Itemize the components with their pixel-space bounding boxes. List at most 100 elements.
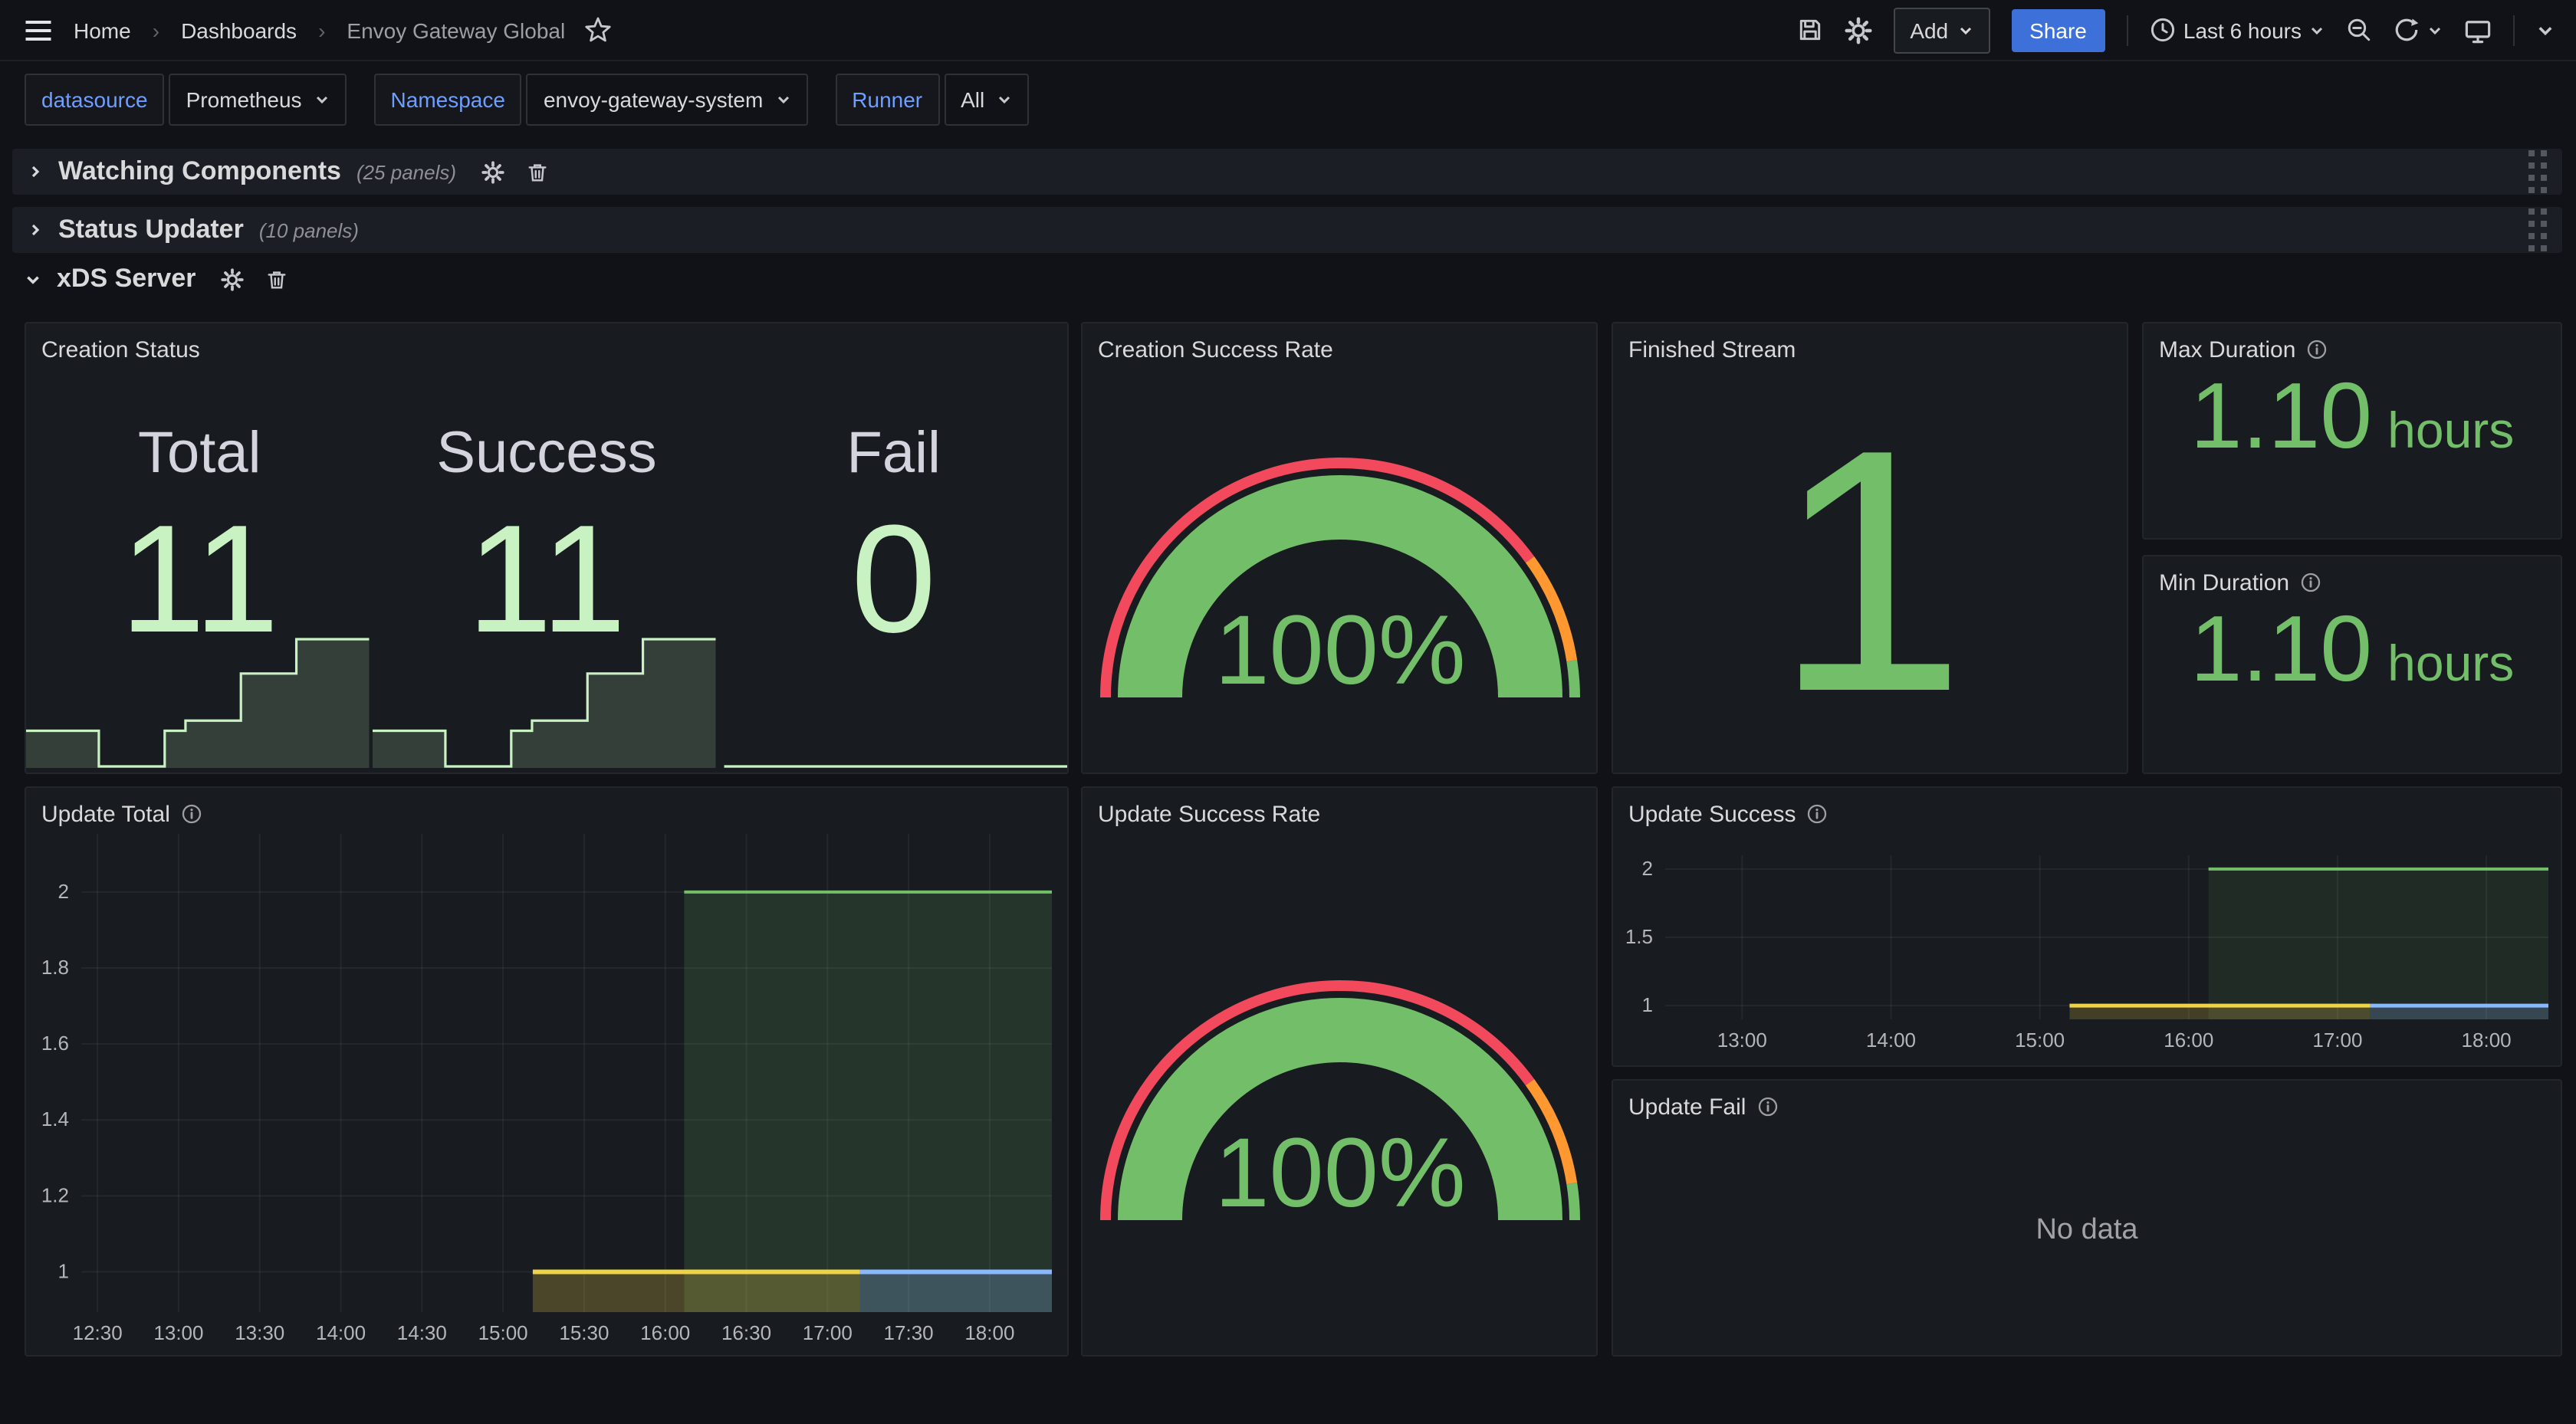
add-button[interactable]: Add [1893,7,1990,53]
svg-text:13:30: 13:30 [235,1321,284,1344]
svg-text:13:00: 13:00 [1717,1029,1767,1052]
info-icon[interactable] [2306,339,2328,360]
row-status-updater[interactable]: Status Updater (10 panels) [12,207,2562,253]
stat-value: 11 [120,503,280,656]
breadcrumb-dashboards[interactable]: Dashboards [181,18,297,42]
info-icon[interactable] [1756,1096,1778,1117]
kiosk-mode-icon[interactable] [2464,16,2492,44]
variable-namespace-select[interactable]: envoy-gateway-system [527,74,807,126]
panel-title[interactable]: Min Duration [2159,569,2289,596]
svg-text:1.2: 1.2 [41,1183,69,1206]
zoom-out-icon[interactable] [2346,17,2372,43]
row-delete-trash-icon[interactable] [264,267,288,290]
svg-text:17:00: 17:00 [2312,1029,2362,1052]
panel-title[interactable]: Max Duration [2159,336,2295,363]
svg-text:14:30: 14:30 [397,1321,447,1344]
variable-runner-value: All [961,87,984,112]
stat-value: 11 [467,503,626,656]
variable-datasource-select[interactable]: Prometheus [169,74,347,126]
svg-text:100%: 100% [1214,1118,1464,1228]
chevron-down-icon [775,92,790,107]
panel-title[interactable]: Update Total [41,801,170,827]
top-nav: Home › Dashboards › Envoy Gateway Global… [0,0,2576,61]
svg-text:16:00: 16:00 [2164,1029,2213,1052]
breadcrumb-home[interactable]: Home [74,18,131,42]
chevron-down-icon [997,92,1012,107]
share-button[interactable]: Share [2011,8,2105,51]
svg-text:100%: 100% [1214,595,1464,704]
panel-min-duration: Min Duration 1.10 hours [2142,555,2562,774]
row-settings-gear-icon[interactable] [481,160,504,183]
svg-text:14:00: 14:00 [316,1321,366,1344]
min-duration-value: 1.10 [2190,602,2372,696]
svg-text:2: 2 [1642,857,1653,880]
svg-text:13:00: 13:00 [153,1321,203,1344]
info-icon[interactable] [1806,803,1828,825]
stat-label: Total [138,422,261,487]
svg-text:1.8: 1.8 [41,956,69,979]
row-settings-gear-icon[interactable] [220,267,243,290]
svg-text:16:00: 16:00 [640,1321,690,1344]
update-success-chart[interactable]: 13:0014:0015:0016:0017:0018:0011.52 [1613,834,2561,1065]
row-title: Status Updater [58,215,244,245]
update-total-chart[interactable]: 12:3013:0013:3014:0014:3015:0015:3016:00… [26,834,1067,1355]
variable-namespace: Namespace envoy-gateway-system [374,74,808,126]
panel-title[interactable]: Update Success [1628,801,1796,827]
panel-title[interactable]: Update Fail [1628,1094,1746,1120]
stat-label: Fail [846,422,940,487]
row-drag-handle[interactable] [2528,150,2547,193]
toolbar-collapse-chevron-icon[interactable] [2536,21,2555,39]
time-range-picker[interactable]: Last 6 hours [2150,17,2325,43]
variable-runner-select[interactable]: All [944,74,1029,126]
chevron-down-icon [2427,22,2443,38]
row-watching-components[interactable]: Watching Components (25 panels) [12,149,2562,195]
info-icon[interactable] [181,803,202,825]
panel-title[interactable]: Finished Stream [1628,336,1796,363]
variable-namespace-label: Namespace [374,74,522,126]
refresh-button[interactable] [2394,17,2443,43]
panel-max-duration: Max Duration 1.10 hours [2142,322,2562,540]
time-range-label: Last 6 hours [2183,18,2302,42]
svg-text:2: 2 [58,880,69,903]
svg-text:1: 1 [1642,993,1653,1016]
svg-text:15:00: 15:00 [2015,1029,2065,1052]
breadcrumb-dashboard-title: Envoy Gateway Global [347,18,565,42]
svg-text:18:00: 18:00 [964,1321,1014,1344]
info-icon[interactable] [2300,572,2321,593]
row-panel-count: (10 panels) [259,218,359,241]
dashboard-settings-gear-icon[interactable] [1844,16,1871,44]
variable-datasource-value: Prometheus [186,87,302,112]
add-button-label: Add [1910,18,1948,42]
svg-text:1.4: 1.4 [41,1107,69,1130]
chevron-down-icon [25,271,41,287]
row-xds-server[interactable]: xDS Server [25,264,288,294]
breadcrumb-separator: › [153,18,159,42]
variable-namespace-value: envoy-gateway-system [544,87,763,112]
panel-update-total: Update Total 12:3013:0013:3014:0014:3015… [25,786,1069,1357]
svg-text:1.5: 1.5 [1625,925,1653,948]
grafana-dashboard: Home › Dashboards › Envoy Gateway Global… [0,0,2576,1424]
panel-title[interactable]: Update Success Rate [1098,801,1320,827]
row-delete-trash-icon[interactable] [525,160,548,183]
panel-title[interactable]: Creation Status [41,336,200,363]
stat-success: Success 11 [373,369,721,773]
row-drag-handle[interactable] [2528,208,2547,251]
save-dashboard-icon[interactable] [1796,17,1822,43]
max-duration-value: 1.10 [2190,369,2372,463]
svg-text:15:30: 15:30 [559,1321,609,1344]
breadcrumb-separator: › [318,18,325,42]
svg-text:1: 1 [58,1259,69,1282]
hamburger-menu-icon[interactable] [21,13,55,47]
toolbar-divider [2127,15,2128,45]
no-data-message: No data [1613,1127,2561,1355]
star-icon[interactable] [583,16,611,44]
min-duration-unit: hours [2387,635,2514,693]
panel-update-success-rate: Update Success Rate 100% [1081,786,1598,1357]
chevron-right-icon [28,164,43,179]
variable-runner-label: Runner [835,74,939,126]
panel-title[interactable]: Creation Success Rate [1098,336,1333,363]
row-title: Watching Components [58,156,341,187]
stat-value: 0 [851,503,936,656]
chevron-right-icon [28,222,43,238]
svg-text:16:30: 16:30 [721,1321,771,1344]
